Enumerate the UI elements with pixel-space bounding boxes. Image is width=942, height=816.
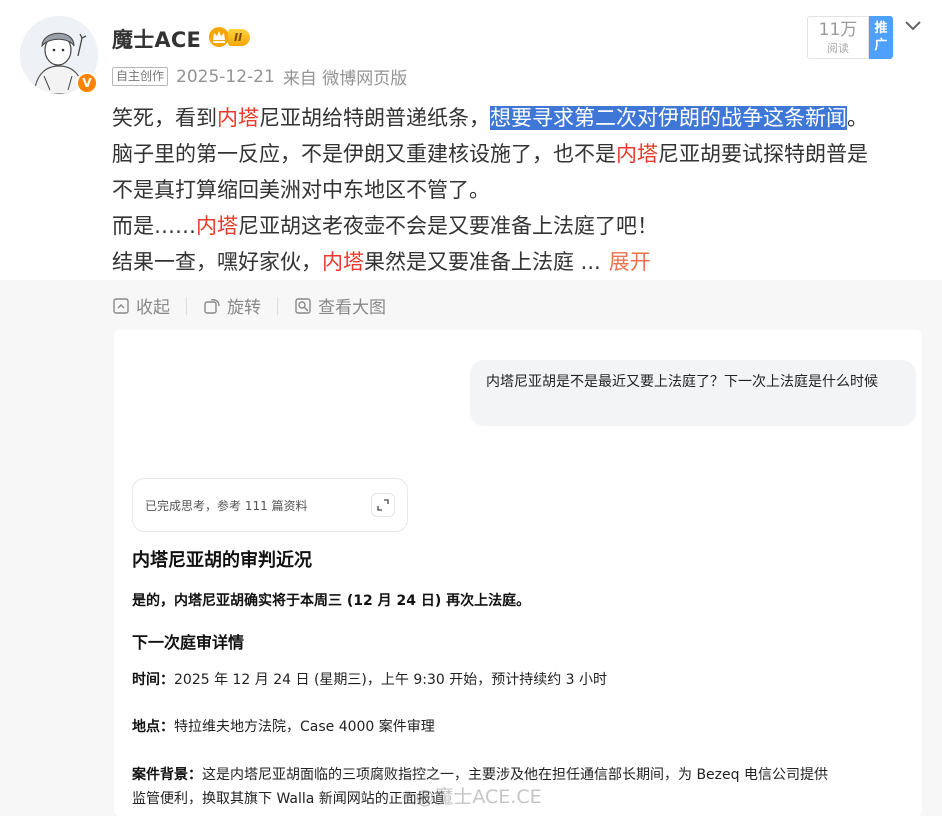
promote-button[interactable]: 推广 [869, 16, 893, 59]
collapse-icon [113, 297, 129, 314]
keyword-link[interactable]: 内塔 [196, 214, 238, 238]
answer-subtitle: 下一次庭审详情 [132, 633, 245, 652]
weibo-logo-icon: ◉ [402, 788, 414, 803]
watermark: ◉ @魔士ACE.CE [402, 782, 542, 809]
collapse-button[interactable]: 收起 [112, 293, 170, 318]
keyword-link[interactable]: 内塔 [322, 250, 364, 274]
divider [186, 296, 187, 315]
answer-title: 内塔尼亚胡的审判近况 [132, 550, 312, 571]
chevron-down-icon[interactable] [903, 18, 923, 34]
answer-summary: 是的，内塔尼亚胡确实将于本周三 (12 月 24 日) 再次上法庭。 [132, 593, 531, 609]
username[interactable]: 魔士ACE [112, 24, 201, 54]
reads-counter: 11万 阅读 [807, 16, 869, 59]
detail-time: 时间：2025 年 12 月 24 日 (星期三)，上午 9:30 开始，预计持… [132, 668, 607, 692]
promote-label: 推广 [874, 21, 888, 53]
selected-text: 想要寻求第二次对伊朗的战争这条新闻 [490, 106, 847, 130]
post-image[interactable]: 内塔尼亚胡是不是最近又要上法庭了？下一次上法庭是什么时候 已完成思考，参考 11… [114, 330, 922, 816]
view-large-icon [295, 297, 311, 314]
text-segment: 果然是又要准备上法庭 [364, 250, 574, 274]
level-badge[interactable]: II [207, 26, 251, 48]
reads-count: 11万 [818, 20, 858, 40]
rotate-label: 旋转 [227, 298, 261, 318]
verified-badge-icon: V [76, 72, 98, 94]
thinking-summary[interactable]: 已完成思考，参考 111 篇资料 [132, 478, 408, 532]
image-action-bar: 收起 旋转 查看大图 [112, 293, 386, 318]
expand-icon[interactable] [371, 493, 395, 517]
user-question-bubble: 内塔尼亚胡是不是最近又要上法庭了？下一次上法庭是什么时候 [470, 360, 916, 426]
watermark-text: @魔士ACE.CE [415, 786, 542, 808]
expand-link[interactable]: 展开 [609, 250, 651, 274]
post-text: 笑死，看到内塔尼亚胡给特朗普递纸条，想要寻求第二次对伊朗的战争这条新闻。 脑子里… [112, 100, 932, 280]
text-segment: 结果一查，嘿好家伙， [112, 250, 322, 274]
post-line-1: 笑死，看到内塔尼亚胡给特朗普递纸条，想要寻求第二次对伊朗的战争这条新闻。 [112, 100, 932, 136]
text-segment: 脑子里的第一反应，不是伊朗又重建核设施了，也不是 [112, 142, 616, 166]
place-value: 特拉维夫地方法院，Case 4000 案件审理 [174, 719, 435, 735]
background-value-1: 这是内塔尼亚胡面临的三项腐败指控之一，主要涉及他在担任通信部长期间，为 Beze… [202, 767, 828, 783]
post-line-2: 脑子里的第一反应，不是伊朗又重建核设施了，也不是内塔尼亚胡要试探特朗普是 [112, 136, 932, 172]
ellipsis: ... [574, 250, 601, 274]
text-segment: 。 [847, 106, 868, 130]
collapse-label: 收起 [136, 298, 170, 318]
text-segment: 尼亚胡要试探特朗普是 [658, 142, 868, 166]
text-segment: 笑死，看到 [112, 106, 217, 130]
original-tag: 自主创作 [112, 67, 169, 86]
reads-label: 阅读 [827, 42, 849, 55]
place-label: 地点： [132, 719, 174, 735]
post-meta: 自主创作 2025-12-21 来自 微博网页版 [112, 64, 407, 89]
time-value: 2025 年 12 月 24 日 (星期三)，上午 9:30 开始，预计持续约 … [174, 672, 608, 688]
divider [277, 296, 278, 315]
time-label: 时间： [132, 672, 174, 688]
rotate-icon [204, 298, 220, 314]
post-line-4: 而是……内塔尼亚胡这老夜壶不会是又要准备上法庭了吧！ [112, 208, 932, 244]
post-source: 来自 微博网页版 [282, 69, 408, 89]
background-label: 案件背景： [132, 767, 202, 783]
text-segment: 尼亚胡这老夜壶不会是又要准备上法庭了吧！ [238, 214, 658, 238]
text-segment: 尼亚胡给特朗普递纸条， [259, 106, 490, 130]
view-large-button[interactable]: 查看大图 [294, 293, 386, 318]
background-value-2: 监管便利，换取其旗下 Walla 新闻网站的正面报道 [132, 791, 445, 807]
detail-place: 地点：特拉维夫地方法院，Case 4000 案件审理 [132, 715, 435, 739]
keyword-link[interactable]: 内塔 [616, 142, 658, 166]
post-line-3: 不是真打算缩回美洲对中东地区不管了。 [112, 178, 490, 202]
view-large-label: 查看大图 [318, 298, 386, 318]
post-date[interactable]: 2025-12-21 [176, 67, 275, 87]
thinking-label: 已完成思考，参考 111 篇资料 [145, 498, 308, 513]
level-text: II [228, 28, 251, 46]
rotate-button[interactable]: 旋转 [203, 293, 261, 318]
text-segment: 而是…… [112, 214, 196, 238]
keyword-link[interactable]: 内塔 [217, 106, 259, 130]
post-line-5: 结果一查，嘿好家伙，内塔果然是又要准备上法庭 ... 展开 [112, 244, 932, 280]
